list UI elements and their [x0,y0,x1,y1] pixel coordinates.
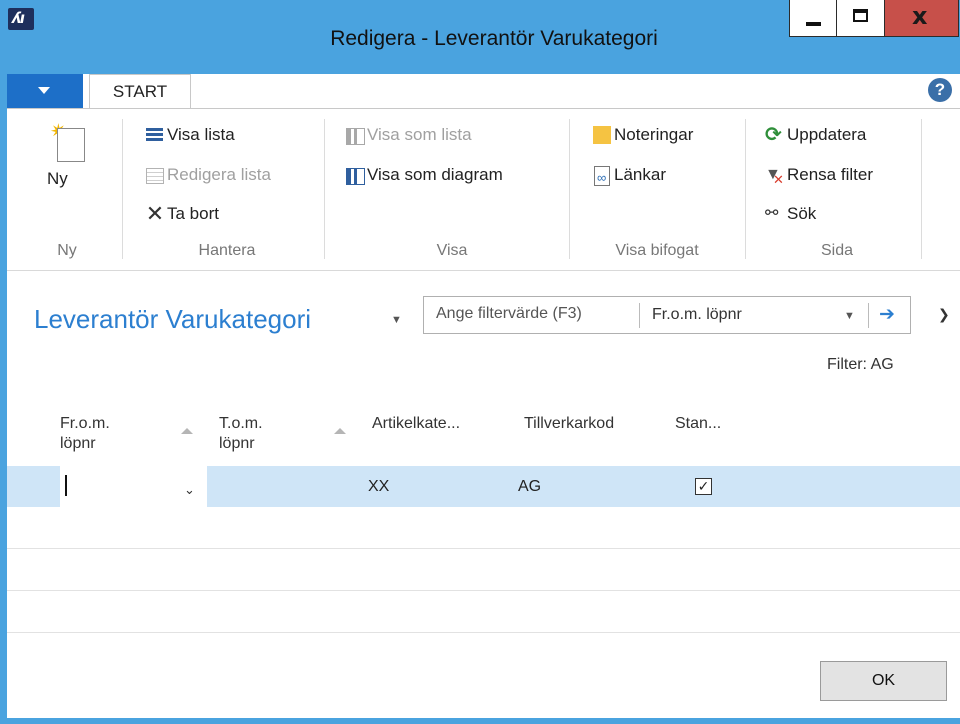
group-label-hantera: Hantera [198,242,256,259]
filter-input[interactable]: Ange filtervärde (F3) [436,305,582,323]
minimize-icon [806,22,821,26]
application-menu-button[interactable] [7,74,83,108]
column-header-label: löpnr [60,435,96,452]
tab-start[interactable]: START [89,74,191,109]
new-button-label: Ny [47,169,68,188]
column-header-standard[interactable]: Stan... [675,414,721,434]
sort-arrow-icon[interactable] [181,428,193,434]
links-label: Länkar [614,165,666,184]
delete-icon: ✕ [145,201,165,226]
show-as-list-button[interactable]: Visa som lista [345,125,472,145]
new-document-icon [57,128,85,162]
show-as-chart-button[interactable]: Visa som diagram [345,165,503,185]
find-button[interactable]: ⚯ Sök [765,204,816,224]
sort-arrow-icon[interactable] [334,428,346,434]
maximize-icon [853,9,868,22]
apply-filter-arrow-icon[interactable]: ➔ [879,303,895,326]
client-area: START ? ✷ Ny Ny Visa lista Redigera list… [7,74,960,718]
row-divider [7,632,960,633]
column-header-to-nr[interactable]: T.o.m. löpnr [219,414,263,454]
ribbon-divider [122,119,123,259]
group-label-ny: Ny [57,242,77,259]
new-button[interactable]: ✷ Ny [27,117,85,212]
ribbon: ✷ Ny Ny Visa lista Redigera lista ✕Ta bo… [7,108,960,271]
edit-list-label: Redigera lista [167,165,271,184]
page-title[interactable]: Leverantör Varukategori [34,304,311,335]
maximize-button[interactable] [837,0,885,37]
list-icon [145,126,165,144]
delete-button[interactable]: ✕ Ta bort [145,201,219,226]
filter-divider [639,303,640,328]
refresh-button[interactable]: ⟳ Uppdatera [765,125,866,145]
ribbon-tabs: START ? [7,74,960,109]
column-header-artikelkategori[interactable]: Artikelkate... [372,414,460,434]
clear-filter-label: Rensa filter [787,165,873,184]
binoculars-icon: ⚯ [765,205,779,222]
column-header-tillverkarkod[interactable]: Tillverkarkod [524,414,614,434]
cell-dropdown-chevron-icon[interactable]: ⌄ [184,482,195,498]
filter-field-select[interactable]: Fr.o.m. löpnr [652,306,742,324]
refresh-icon: ⟳ [765,124,782,146]
column-header-label: löpnr [219,435,255,452]
filter-status: Filter: AG [827,356,894,373]
cell-tillverkarkod[interactable]: AG [518,478,541,496]
links-button[interactable]: Länkar [592,165,666,186]
clear-filter-button[interactable]: ▼ ✕ Rensa filter [765,165,873,187]
ribbon-divider [569,119,570,259]
link-icon [592,166,612,186]
show-list-label: Visa lista [167,125,235,144]
chart-list-icon [345,126,365,145]
delete-label: Ta bort [167,204,219,223]
dialog-window: ʎı Redigera - Leverantör Varukategori x … [0,0,960,724]
notes-button[interactable]: Noteringar [592,125,693,145]
minimize-button[interactable] [789,0,837,37]
edit-list-button[interactable]: Redigera lista [145,165,271,185]
column-header-from-nr[interactable]: Fr.o.m. löpnr [60,414,110,454]
page-title-dropdown-icon[interactable]: ▼ [391,314,402,326]
column-header-label: Fr.o.m. [60,415,110,432]
note-icon [592,126,612,144]
title-bar: ʎı Redigera - Leverantör Varukategori x [0,0,960,74]
standard-checkbox[interactable]: ✓ [695,478,712,495]
filter-field-dropdown-icon[interactable]: ▼ [844,310,855,322]
refresh-label: Uppdatera [787,125,867,144]
group-label-visa: Visa [436,242,468,259]
row-divider [7,590,960,591]
ribbon-divider [745,119,746,259]
chart-icon [345,166,365,185]
group-label-visa-bifogat: Visa bifogat [615,242,699,259]
row-divider [7,548,960,549]
cell-artikelkategori[interactable]: XX [368,478,389,496]
group-label-sida: Sida [820,242,854,259]
notes-label: Noteringar [614,125,694,144]
close-icon: x [912,2,928,30]
chevron-down-icon [38,87,50,94]
find-label: Sök [787,204,817,223]
filter-divider [868,303,869,328]
help-icon[interactable]: ? [928,78,952,102]
ribbon-divider [324,119,325,259]
expand-filter-chevron-icon[interactable]: ❯ [938,306,950,323]
show-list-button[interactable]: Visa lista [145,125,235,145]
show-as-list-label: Visa som lista [367,125,472,144]
clear-filter-icon: ▼ ✕ [765,166,784,187]
column-header-label: T.o.m. [219,415,263,432]
close-button[interactable]: x [885,0,959,37]
ribbon-divider [921,119,922,259]
show-as-chart-label: Visa som diagram [367,165,503,184]
ok-button[interactable]: OK [820,661,947,701]
text-caret [65,475,67,496]
filter-bar: Ange filtervärde (F3) Fr.o.m. löpnr ▼ ➔ [423,296,911,334]
edit-list-icon [145,166,165,184]
